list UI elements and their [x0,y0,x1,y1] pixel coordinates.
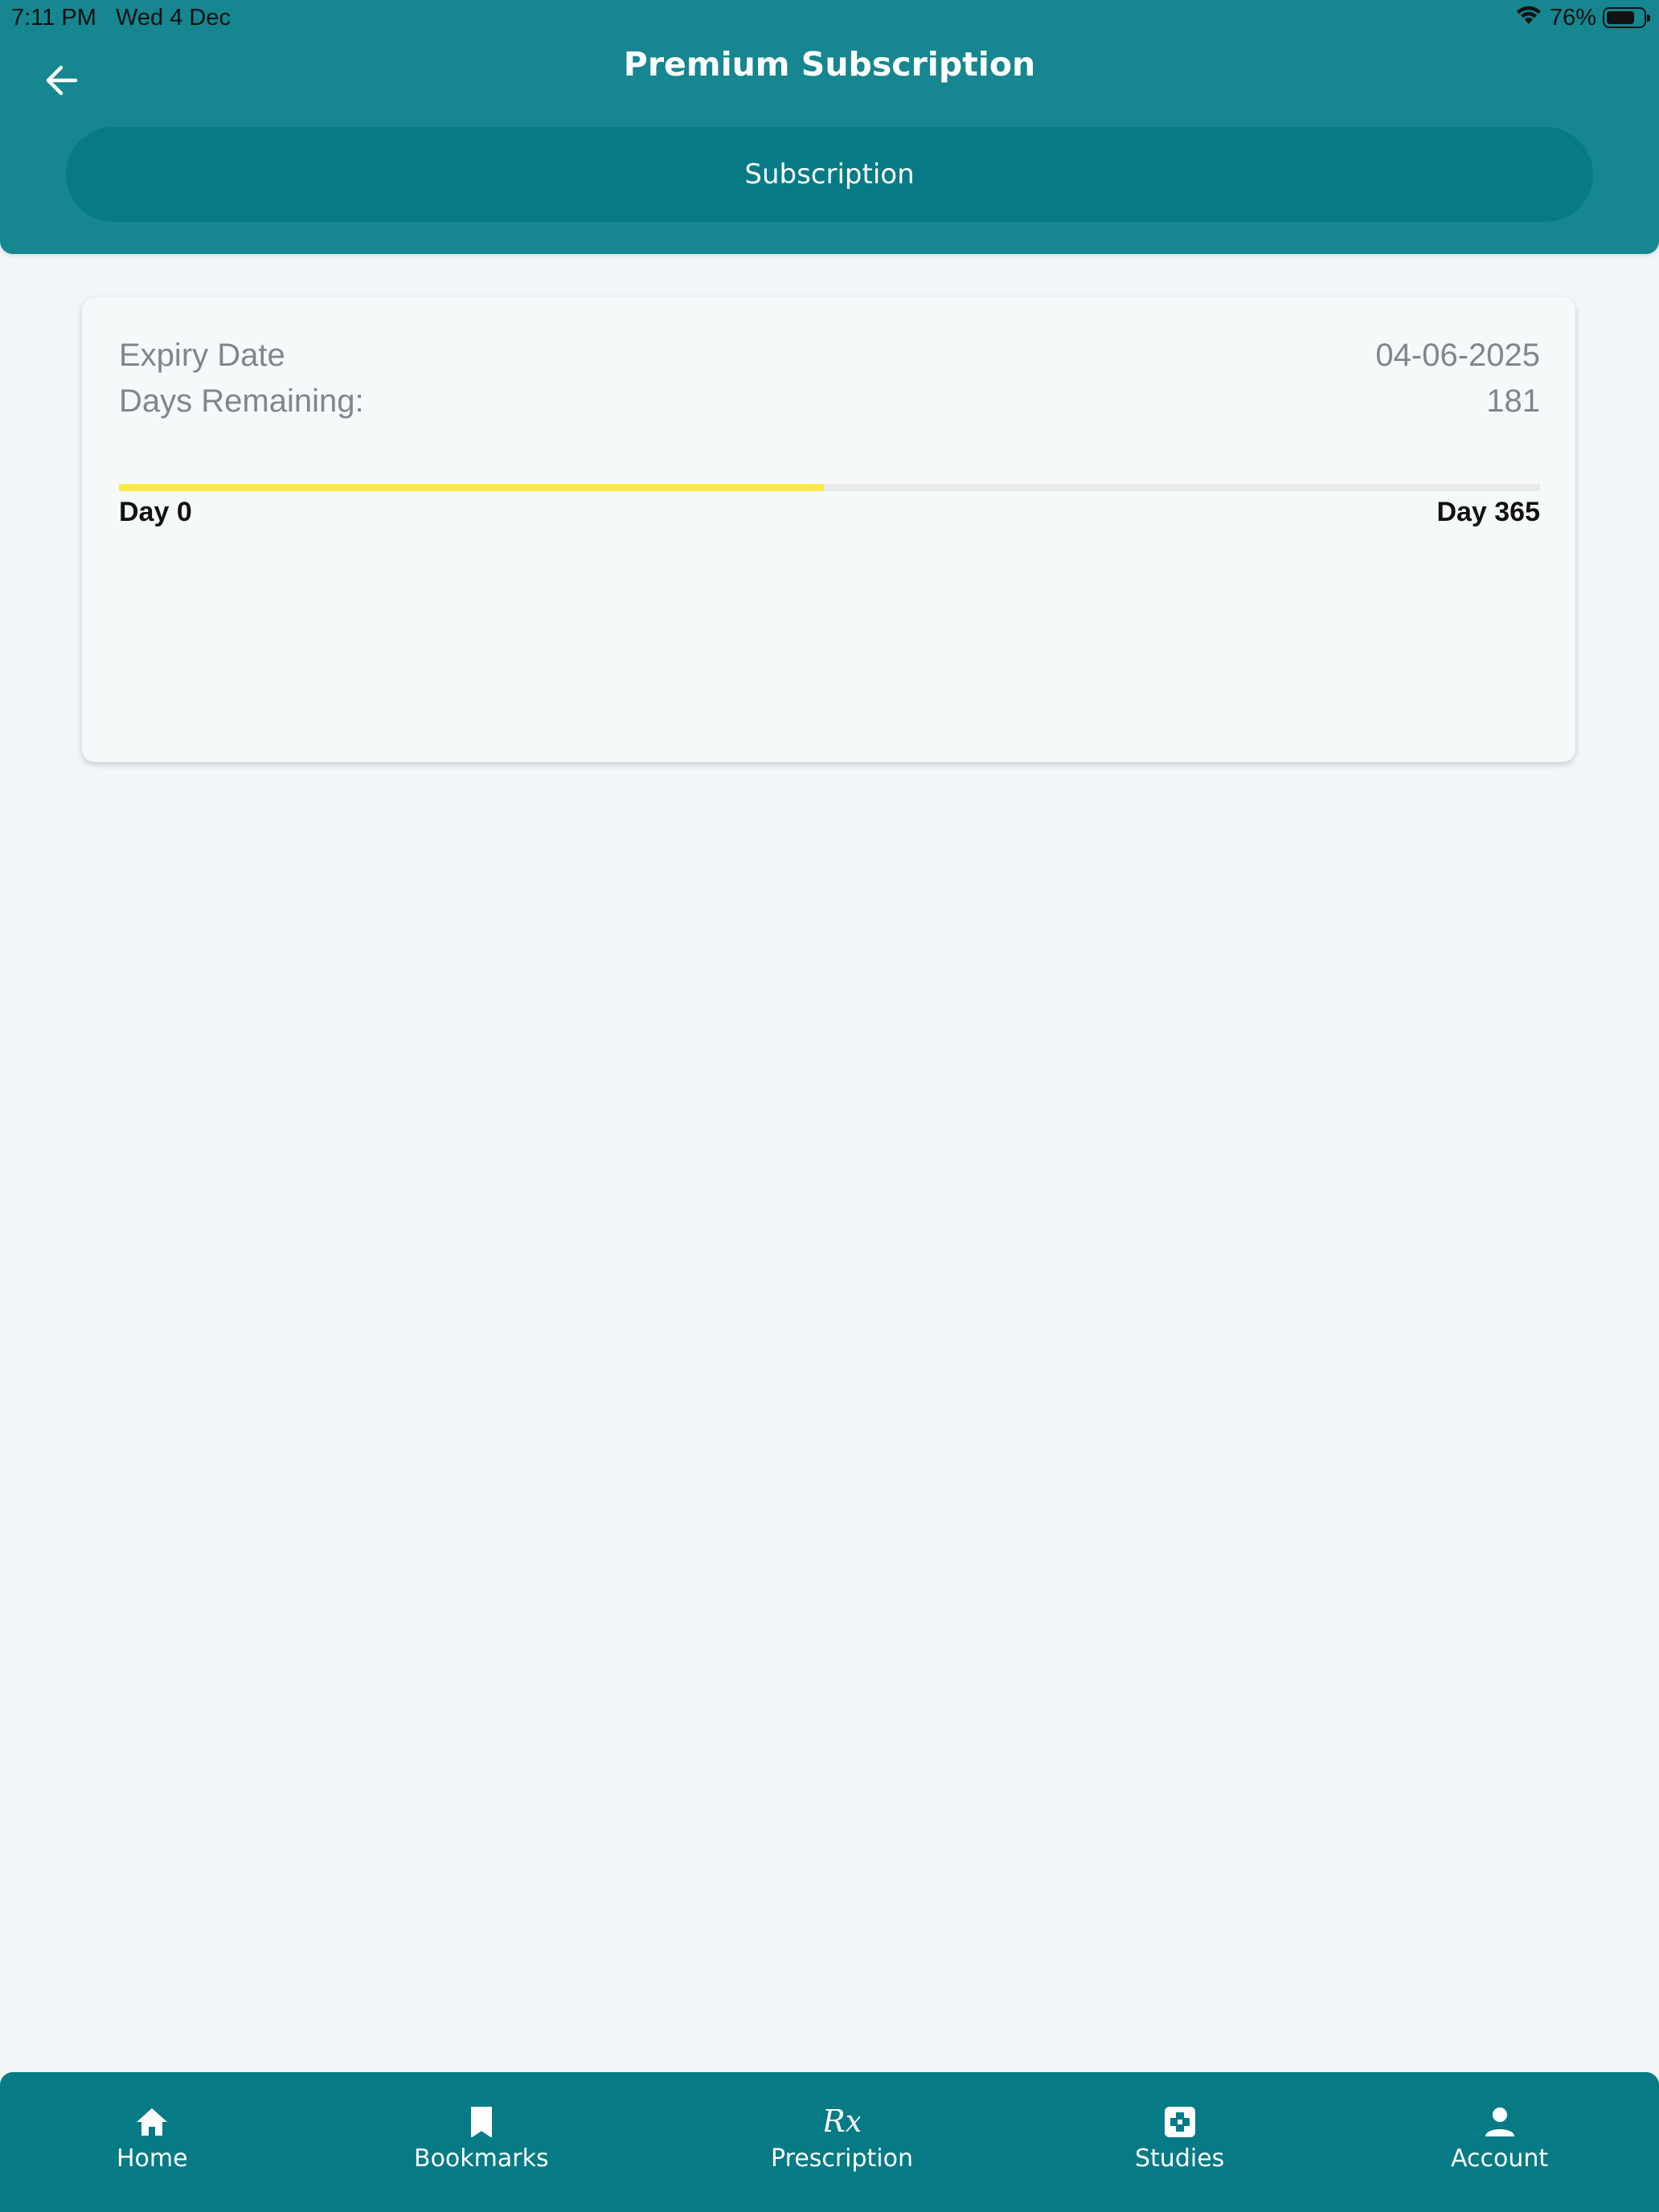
expiry-value: 04-06-2025 [1375,338,1540,373]
nav-label-home: Home [117,2144,188,2173]
rx-icon: Rx [825,2103,860,2141]
progress-range-labels: Day 0 Day 365 [119,497,1540,528]
person-icon [1484,2103,1516,2141]
nav-label-account: Account [1451,2144,1549,2173]
status-time: 7:11 PM [11,5,96,31]
bottom-navigation: Home Bookmarks Rx Prescription Studies [0,2072,1659,2212]
nav-item-bookmarks[interactable]: Bookmarks [414,2103,549,2173]
bookmark-icon [468,2103,495,2141]
subscription-card: Expiry Date 04-06-2025 Days Remaining: 1… [82,297,1575,762]
svg-text:Rx: Rx [825,2103,860,2139]
nav-item-home[interactable]: Home [117,2103,188,2173]
subscription-progress-fill [119,484,824,491]
progress-end-label: Day 365 [1436,497,1540,527]
status-time-date: 7:11 PM Wed 4 Dec [11,5,231,31]
wifi-icon [1514,3,1543,32]
days-remaining-row: Days Remaining: 181 [119,383,1540,420]
nav-label-prescription: Prescription [771,2144,913,2173]
progress-start-label: Day 0 [119,497,192,527]
nav-label-bookmarks: Bookmarks [414,2144,549,2173]
days-remaining-value: 181 [1486,383,1540,419]
status-date: Wed 4 Dec [116,5,231,31]
battery-percent: 76% [1549,4,1596,31]
expiry-row: Expiry Date 04-06-2025 [119,338,1540,374]
nav-label-studies: Studies [1135,2144,1225,2173]
tab-subscription[interactable]: Subscription [66,127,1593,222]
battery-icon [1603,7,1650,28]
nav-item-prescription[interactable]: Rx Prescription [771,2103,913,2173]
expiry-label: Expiry Date [119,338,285,373]
status-indicators: 76% [1514,3,1650,32]
status-bar: 7:11 PM Wed 4 Dec 76% [0,0,1659,39]
home-icon [134,2103,170,2141]
nav-item-studies[interactable]: Studies [1135,2103,1224,2173]
medical-cross-icon [1163,2103,1197,2141]
page-title: Premium Subscription [623,45,1036,84]
subscription-progress-bar [119,484,1540,491]
nav-item-account[interactable]: Account [1451,2103,1548,2173]
days-remaining-label: Days Remaining: [119,383,364,419]
